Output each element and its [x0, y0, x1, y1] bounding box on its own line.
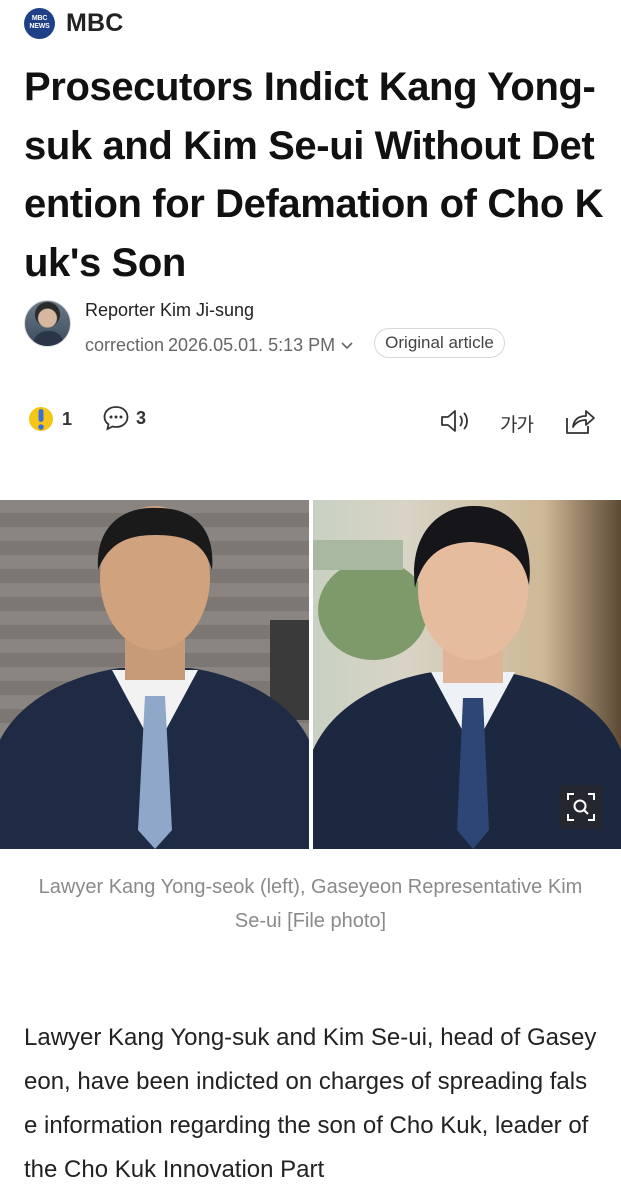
reporter-name[interactable]: Reporter Kim Ji-sung — [85, 300, 254, 321]
byline: Reporter Kim Ji-sung correction 2026.05.… — [24, 296, 604, 358]
article-photo[interactable] — [0, 500, 621, 849]
reaction-count: 1 — [62, 408, 73, 429]
chevron-down-icon[interactable] — [339, 337, 355, 353]
comment-button[interactable]: 3 — [102, 404, 146, 432]
comment-icon — [103, 406, 129, 431]
photo-caption: Lawyer Kang Yong-seok (left), Gaseyeon R… — [38, 876, 583, 932]
press-logo[interactable]: MBC NEWS — [24, 7, 55, 39]
press-logo-bottom: NEWS — [29, 23, 50, 30]
press-logo-top: MBC — [31, 15, 48, 22]
font-size-button[interactable]: 가가 — [500, 410, 534, 437]
reaction-button[interactable]: 1 — [28, 404, 72, 434]
press-header[interactable]: MBC NEWS MBC — [24, 7, 124, 39]
publish-date: 2026.05.01. 5:13 PM — [168, 334, 336, 355]
photo-left-person — [0, 500, 309, 849]
speaker-icon[interactable] — [439, 406, 471, 436]
person-illustration-left — [0, 506, 309, 849]
article-title: Prosecutors Indict Kang Yong-suk and Kim… — [24, 65, 604, 285]
date-label: correction — [85, 334, 165, 355]
reporter-avatar[interactable] — [24, 300, 71, 347]
exclamation-reaction-icon — [29, 407, 53, 431]
comment-count: 3 — [136, 407, 147, 428]
dateline: correction 2026.05.01. 5:13 PM Original … — [85, 328, 505, 360]
original-article-button[interactable]: Original article — [374, 328, 505, 358]
zoom-button[interactable] — [559, 785, 603, 829]
zoom-icon — [567, 793, 595, 821]
article-toolbar: 1 3 가가 — [24, 404, 598, 440]
article-body: Lawyer Kang Yong-suk and Kim Se-ui, head… — [24, 1024, 597, 1183]
share-icon[interactable] — [564, 406, 596, 436]
press-name[interactable]: MBC — [66, 9, 124, 38]
